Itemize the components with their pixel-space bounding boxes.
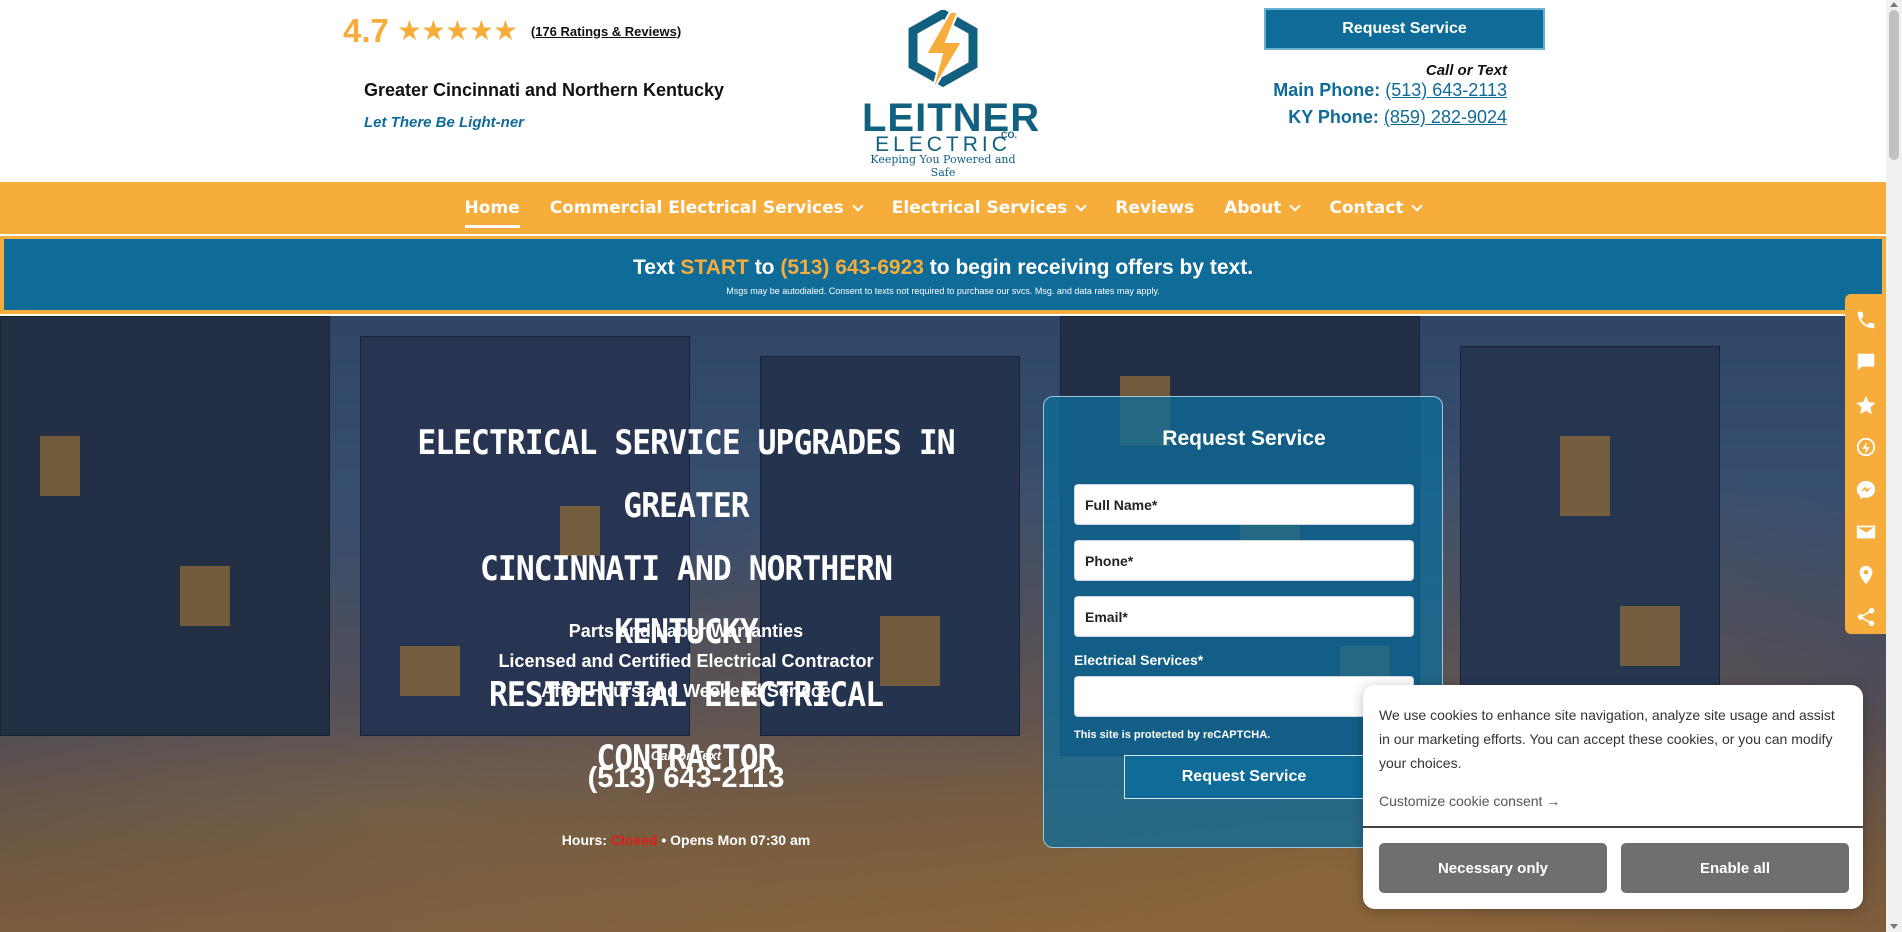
share-icon[interactable] <box>1849 601 1883 635</box>
mail-icon[interactable] <box>1849 516 1883 550</box>
ratings-reviews-link[interactable]: (176 Ratings & Reviews) <box>531 24 681 39</box>
hours-next-open: • Opens Mon 07:30 am <box>657 832 811 848</box>
feature-item: After-Hours and Weekend Service <box>541 681 831 701</box>
phone-icon[interactable] <box>1849 303 1883 337</box>
service-region: Greater Cincinnati and Northern Kentucky <box>364 80 725 100</box>
electrical-services-label: Electrical Services* <box>1074 652 1204 668</box>
nav-label: Electrical Services <box>891 198 1068 218</box>
necessary-only-button[interactable]: Necessary only <box>1379 843 1607 893</box>
nav-contact[interactable]: Contact <box>1329 194 1424 222</box>
nav-commercial-electrical-services[interactable]: Commercial Electrical Services <box>549 194 864 222</box>
main-phone-label: Main Phone: <box>1273 80 1386 100</box>
star-icon: ★ <box>492 15 518 46</box>
rating-summary: 4.7 ★ ★ ★ ★ ★ (176 Ratings & Reviews) <box>343 12 681 50</box>
nav-electrical-services[interactable]: Electrical Services <box>891 194 1087 222</box>
rating-stars: ★ ★ ★ ★ ★ <box>396 15 518 46</box>
sms-text-post: to begin receiving offers by text. <box>923 256 1254 279</box>
chevron-down-icon <box>1411 200 1424 212</box>
hours-label: Hours: <box>561 832 611 848</box>
star-icon: ★ <box>468 15 494 46</box>
recaptcha-notice: This site is protected by reCAPTCHA. <box>1074 729 1271 741</box>
scroll-up-arrow-icon[interactable] <box>1890 2 1898 7</box>
cookie-divider <box>1363 826 1863 828</box>
logo-co: CO. <box>1001 130 1018 140</box>
cookie-message: We use cookies to enhance site navigatio… <box>1379 707 1835 771</box>
site-header: 4.7 ★ ★ ★ ★ ★ (176 Ratings & Reviews) Gr… <box>0 0 1886 182</box>
messenger-icon[interactable] <box>1849 473 1883 507</box>
sms-text-mid: to <box>748 256 781 279</box>
nav-label: Reviews <box>1115 198 1195 218</box>
scroll-down-arrow-icon[interactable] <box>1890 924 1898 929</box>
sms-keyword: START <box>680 256 749 279</box>
social-sidebar <box>1845 294 1886 634</box>
sms-offer-text: Text START to (513) 643-6923 to begin re… <box>4 256 1882 280</box>
star-icon[interactable] <box>1849 388 1883 422</box>
hero-title: ELECTRICAL SERVICE UPGRADES IN GREATER C… <box>404 412 967 790</box>
chevron-down-icon <box>852 200 864 212</box>
chevron-down-icon <box>1289 200 1302 212</box>
enable-all-button[interactable]: Enable all <box>1621 843 1849 893</box>
business-hours: Hours: Closed • Opens Mon 07:30 am <box>436 832 936 848</box>
logo-slogan: Keeping You Powered and Safe <box>870 153 1016 179</box>
hero-title-line: ELECTRICAL SERVICE UPGRADES IN GREATER <box>417 423 955 526</box>
tagline: Let There Be Light-ner <box>364 114 525 131</box>
feature-item: Licensed and Certified Electrical Contra… <box>498 651 874 671</box>
star-icon: ★ <box>396 15 422 46</box>
rating-score: 4.7 <box>343 12 389 49</box>
bolt-icon[interactable] <box>1849 431 1883 465</box>
nav-home[interactable]: Home <box>464 194 520 228</box>
chevron-down-icon <box>1075 200 1087 212</box>
ky-phone-link[interactable]: (859) 282-9024 <box>1384 107 1507 127</box>
nav-label: About <box>1224 198 1282 218</box>
customize-cookie-consent-link[interactable]: Customize cookie consent → <box>1379 793 1560 809</box>
full-name-field[interactable]: Full Name* <box>1074 484 1414 525</box>
hero-phone-link[interactable]: (513) 643-2113 <box>436 762 936 795</box>
sms-offer-banner: Text START to (513) 643-6923 to begin re… <box>0 236 1886 314</box>
logo-wordmark: LEITNER <box>862 96 1041 140</box>
cookie-consent-dialog: We use cookies to enhance site navigatio… <box>1363 685 1863 909</box>
hours-status: Closed <box>610 832 658 848</box>
sms-fine-print: Msgs may be autodialed. Consent to texts… <box>726 286 1160 296</box>
scroll-thumb[interactable] <box>1889 10 1899 160</box>
nav-label: Commercial Electrical Services <box>549 198 844 218</box>
phone-field[interactable]: Phone* <box>1074 540 1414 581</box>
sms-number[interactable]: (513) 643-6923 <box>780 256 924 279</box>
nav-about[interactable]: About <box>1224 194 1302 222</box>
nav-label: Home <box>464 198 520 218</box>
nav-reviews[interactable]: Reviews <box>1115 194 1194 222</box>
form-title: Request Service <box>1162 427 1326 450</box>
feature-item: Parts and Labor Warranties <box>568 621 804 641</box>
logo-bolt-icon <box>908 8 978 93</box>
email-field[interactable]: Email* <box>1074 596 1414 637</box>
ky-phone-line: KY Phone: (859) 282-9024 <box>1288 107 1507 128</box>
main-phone-link[interactable]: (513) 643-2113 <box>1385 80 1507 100</box>
ky-phone-label: KY Phone: <box>1288 107 1384 127</box>
map-pin-icon[interactable] <box>1849 558 1883 592</box>
page-scrollbar[interactable] <box>1886 0 1902 932</box>
star-icon: ★ <box>420 15 446 46</box>
request-service-button[interactable]: Request Service <box>1264 8 1545 50</box>
company-logo[interactable]: LEITNER ELECTRIC CO. Keeping You Powered… <box>862 8 1041 179</box>
hero-call-or-text-label: Call or Text <box>650 748 722 763</box>
star-icon: ★ <box>444 15 470 46</box>
main-phone-line: Main Phone: (513) 643-2113 <box>1273 80 1507 101</box>
nav-label: Contact <box>1329 198 1404 218</box>
call-or-text-label: Call or Text <box>1425 62 1507 79</box>
main-navigation: Home Commercial Electrical Services Elec… <box>0 182 1886 234</box>
hero-features: Parts and Labor Warranties Licensed and … <box>436 616 936 706</box>
form-submit-button[interactable]: Request Service <box>1124 755 1364 799</box>
chat-icon[interactable] <box>1849 346 1883 380</box>
sms-text-pre: Text <box>632 256 681 279</box>
